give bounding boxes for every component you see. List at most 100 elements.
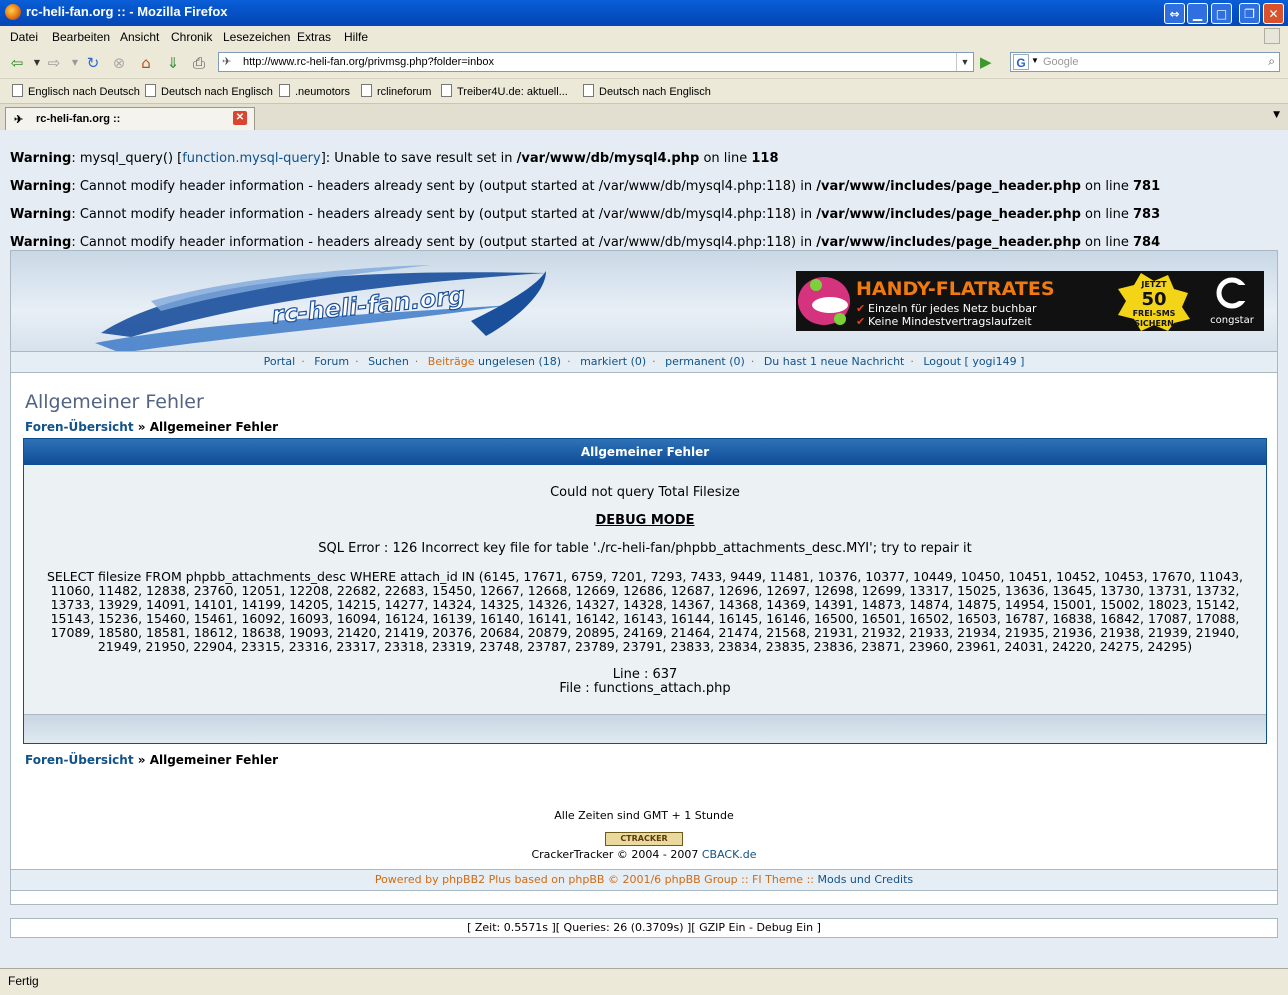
nav-ungelesen-link[interactable]: ungelesen (18) (478, 355, 561, 368)
error-panel-footer (24, 714, 1266, 743)
bookmarks-toolbar: Englisch nach Deutsch Deutsch nach Engli… (0, 79, 1288, 102)
menu-extras[interactable]: Extras (297, 30, 331, 44)
page-icon (279, 84, 290, 97)
throbber-icon (1264, 28, 1280, 44)
bookmark-item[interactable]: Treiber4U.de: aktuell... (441, 84, 568, 98)
status-text: Fertig (8, 974, 39, 988)
forward-history-dropdown-icon[interactable]: ▼ (66, 54, 84, 72)
address-url: http://www.rc-heli-fan.org/privmsg.php?f… (243, 56, 494, 68)
bookmark-item[interactable]: Deutsch nach Englisch (145, 84, 273, 98)
nav-logout-link[interactable]: Logout [ yogi149 ] (923, 355, 1024, 368)
breadcrumb: Foren-Übersicht » Allgemeiner Fehler (25, 420, 279, 434)
menu-hilfe[interactable]: Hilfe (344, 30, 368, 44)
chevron-down-icon[interactable]: ▼ (956, 53, 973, 71)
phpbb2-plus-link[interactable]: phpBB2 Plus (442, 873, 511, 886)
ad-badge-bottom: SICHERN (1134, 319, 1174, 328)
restore-down-icon[interactable]: ⇔ (1164, 3, 1185, 24)
breadcrumb-forum-index-link[interactable]: Foren-Übersicht (25, 420, 134, 434)
window-titlebar: rc-heli-fan.org :: - Mozilla Firefox ⇔ ▁… (0, 0, 1288, 26)
bookmark-item[interactable]: Englisch nach Deutsch (12, 84, 140, 98)
status-bar: Fertig (0, 968, 1288, 995)
sql-query-line: 13733, 13929, 14091, 14101, 14199, 14205… (50, 597, 1240, 612)
ad-banner[interactable]: HANDY-FLATRATES Einzeln für jedes Netz b… (796, 271, 1264, 331)
crackertracker-credit: CrackerTracker © 2004 - 2007 CBACK.de (531, 848, 757, 861)
sql-query-line: 21949, 21950, 22904, 23315, 23316, 23317… (97, 639, 1193, 654)
sql-query-line: SELECT filesize FROM phpbb_attachments_d… (46, 569, 1244, 584)
ad-headline: HANDY-FLATRATES (856, 278, 1055, 300)
go-arrow-icon[interactable]: ▶ (980, 53, 992, 71)
page-icon (145, 84, 156, 97)
error-panel: Allgemeiner Fehler Could not query Total… (23, 438, 1267, 744)
close-window-button[interactable]: ✕ (1263, 3, 1284, 24)
nav-forum-link[interactable]: Forum (314, 355, 349, 368)
check-icon: ✔ (856, 302, 865, 315)
page-scrollbar[interactable] (1282, 130, 1288, 968)
menu-lesezeichen[interactable]: Lesezeichen (223, 30, 290, 44)
window-title: rc-heli-fan.org :: - Mozilla Firefox (26, 4, 228, 19)
bookmark-label: Deutsch nach Englisch (599, 86, 711, 98)
bookmark-label: .neumotors (295, 86, 351, 98)
forum-header: rc-heli-fan.org HANDY-FLATRATES Einzeln … (11, 251, 1277, 351)
search-magnifier-icon[interactable]: ⌕ (1268, 54, 1275, 69)
forum-wrapper: rc-heli-fan.org HANDY-FLATRATES Einzeln … (10, 250, 1278, 905)
reload-icon[interactable]: ↻ (84, 54, 102, 72)
menu-bearbeiten[interactable]: Bearbeiten (52, 30, 110, 44)
nav-permanent-link[interactable]: permanent (0) (665, 355, 745, 368)
back-arrow-icon[interactable]: ⇦ (8, 54, 26, 72)
bookmark-label: Treiber4U.de: aktuell... (457, 86, 568, 98)
home-icon[interactable]: ⌂ (137, 54, 155, 72)
nav-portal-link[interactable]: Portal (264, 355, 296, 368)
ad-badge-top: JETZT (1140, 280, 1167, 289)
nav-new-message-link[interactable]: Du hast 1 neue Nachricht (764, 355, 905, 368)
page-icon (12, 84, 23, 97)
error-line: Line : 637 (612, 667, 678, 682)
minimize-button[interactable]: ▁ (1187, 3, 1208, 24)
crackertracker-badge[interactable]: CTRACKER (605, 832, 683, 846)
ad-line-1: Einzeln für jedes Netz buchbar (868, 302, 1037, 315)
bookmark-label: Englisch nach Deutsch (28, 86, 140, 98)
page-content: Warning: mysql_query() [function.mysql-q… (0, 130, 1282, 968)
menu-ansicht[interactable]: Ansicht (120, 30, 159, 44)
nav-markiert-link[interactable]: markiert (0) (580, 355, 646, 368)
google-search-engine-icon[interactable]: G (1013, 54, 1029, 70)
tab-list-chevron-icon[interactable]: ▼ (1273, 110, 1280, 120)
forum-logo[interactable]: rc-heli-fan.org (91, 261, 551, 351)
address-bar[interactable]: ✈ http://www.rc-heli-fan.org/privmsg.php… (218, 52, 974, 72)
error-panel-header: Allgemeiner Fehler (24, 439, 1266, 465)
stop-icon[interactable]: ⊗ (110, 54, 128, 72)
menu-chronik[interactable]: Chronik (171, 30, 212, 44)
firefox-icon (5, 4, 21, 20)
breadcrumb-forum-index-link[interactable]: Foren-Übersicht (25, 753, 134, 767)
check-icon: ✔ (856, 315, 865, 328)
download-icon[interactable]: ⇓ (164, 54, 182, 72)
bookmark-item[interactable]: .neumotors (279, 84, 350, 98)
mods-credits-link[interactable]: Mods und Credits (817, 873, 913, 886)
search-input[interactable]: G ▼ Google ⌕ (1010, 52, 1280, 72)
back-history-dropdown-icon[interactable]: ▼ (28, 54, 46, 72)
close-tab-icon[interactable]: ✕ (233, 111, 247, 125)
php-warning: Warning: mysql_query() [function.mysql-q… (10, 151, 779, 166)
bookmark-item[interactable]: rclineforum (361, 84, 431, 98)
nav-suchen-link[interactable]: Suchen (368, 355, 409, 368)
tab-bar: ✈ rc-heli-fan.org :: ✕ ▼ (0, 103, 1288, 131)
breadcrumb-current: Allgemeiner Fehler (149, 420, 279, 434)
tab-rc-heli-fan[interactable]: ✈ rc-heli-fan.org :: ✕ (5, 107, 255, 130)
print-icon[interactable]: ⎙ (190, 54, 208, 72)
maximize-button[interactable]: □ (1211, 3, 1232, 24)
window-restore-button[interactable]: ❐ (1239, 3, 1260, 24)
ad-badge-mid: FREI-SMS (1133, 309, 1176, 318)
ad-line-2: Keine Mindestvertragslaufzeit (868, 315, 1032, 328)
search-engine-dropdown-icon[interactable]: ▼ (1031, 56, 1039, 65)
timezone-note: Alle Zeiten sind GMT + 1 Stunde (554, 809, 734, 822)
powered-by-bar: Powered by phpBB2 Plus based on phpBB © … (11, 869, 1277, 891)
bookmark-item[interactable]: Deutsch nach Englisch (583, 84, 711, 98)
php-function-link[interactable]: function.mysql-query (182, 151, 320, 166)
cback-link[interactable]: CBACK.de (702, 848, 757, 861)
debug-info: [ Zeit: 0.5571s ][ Queries: 26 (0.3709s)… (10, 918, 1278, 938)
phpbb-link[interactable]: phpBB (568, 873, 604, 886)
menu-datei[interactable]: Datei (10, 30, 38, 44)
helicopter-favicon-icon: ✈ (14, 114, 24, 126)
page-icon (583, 84, 594, 97)
forward-arrow-icon[interactable]: ⇨ (45, 54, 63, 72)
php-warning: Warning: Cannot modify header informatio… (10, 179, 1161, 194)
